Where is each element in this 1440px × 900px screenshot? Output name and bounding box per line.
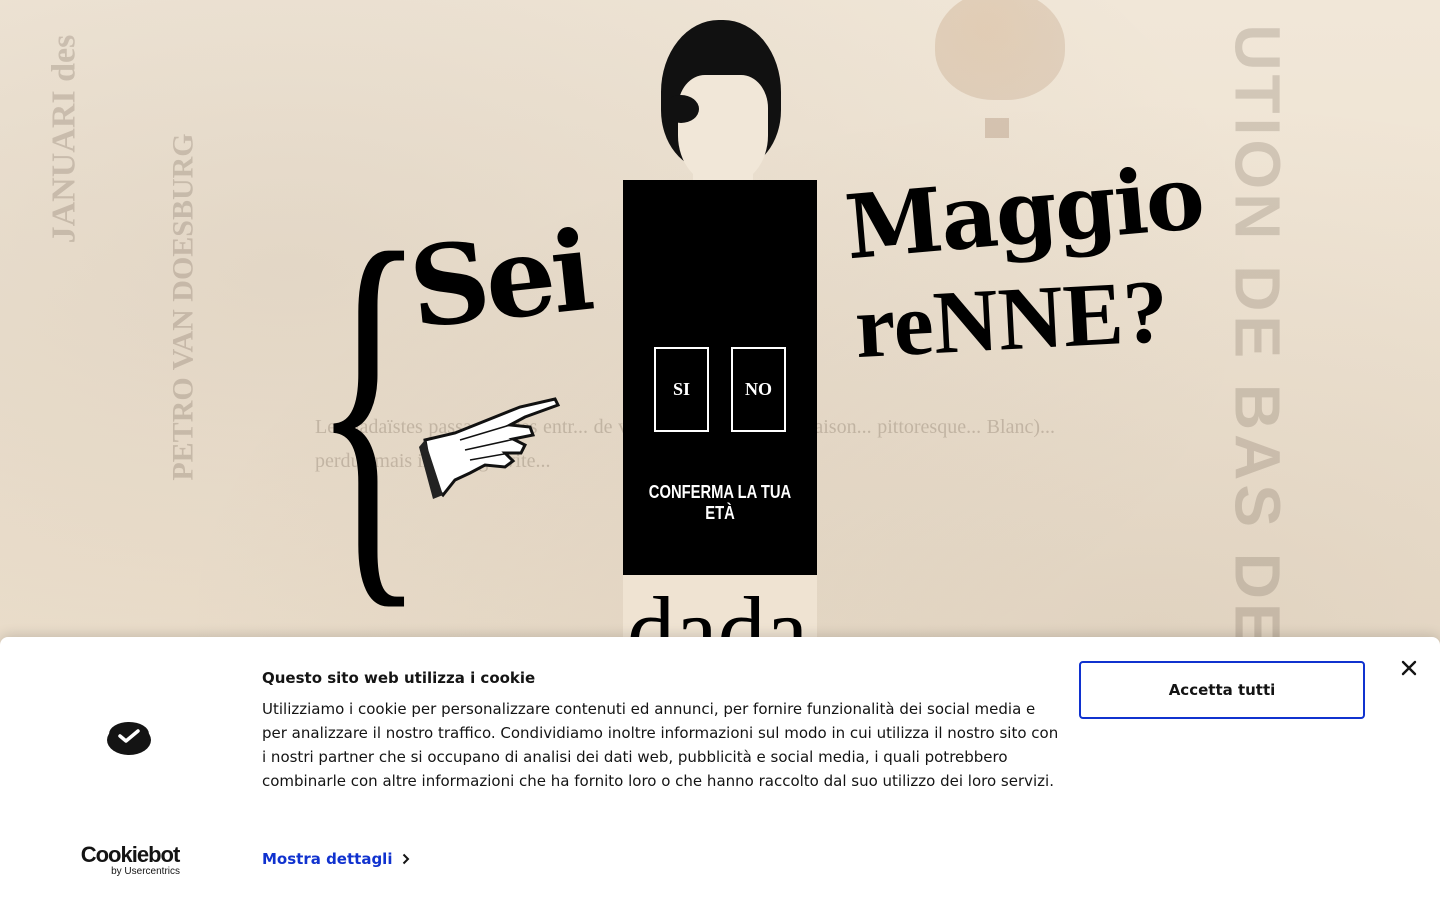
cookie-consent-banner: Cookiebot by Usercentrics Questo sito we…	[0, 637, 1440, 900]
dada-logo-text: dada	[627, 577, 809, 646]
confirm-age-text: CONFERMA LA TUA ETÀ	[648, 482, 792, 523]
cookie-title: Questo sito web utilizza i cookie	[262, 669, 536, 687]
age-no-button[interactable]: NO	[731, 347, 786, 432]
cookiebot-brand: Cookiebot by Usercentrics	[78, 842, 182, 878]
portrait-body	[623, 180, 817, 620]
cookiebot-logo-icon	[107, 722, 151, 755]
background-collage-text: PETRO VAN DOESBURG	[166, 133, 200, 481]
close-icon	[1401, 660, 1417, 676]
dada-figure: SI NO CONFERMA LA TUA ETÀ dada	[623, 20, 817, 645]
show-details-label: Mostra dettagli	[262, 850, 393, 868]
accept-all-button[interactable]: Accetta tutti	[1079, 661, 1365, 719]
headline-renne: reNNE?	[852, 261, 1171, 378]
hot-air-balloon-illustration	[935, 0, 1065, 100]
background-collage-text: UTION DE BAS DE	[1221, 24, 1294, 650]
dada-logo: dada	[623, 575, 817, 645]
age-yes-button[interactable]: SI	[654, 347, 709, 432]
chevron-right-icon	[403, 853, 410, 865]
balloon-basket-illustration	[985, 118, 1009, 138]
portrait-face	[678, 75, 768, 185]
headline-sei: Sei	[403, 205, 596, 354]
cookie-description: Utilizziamo i cookie per personalizzare …	[262, 700, 1059, 790]
monocle-shape	[663, 95, 699, 123]
pointing-hand-icon	[419, 397, 560, 499]
background-collage-text: JANUARI des	[45, 34, 83, 244]
cookiebot-by: by Usercentrics	[111, 866, 180, 877]
cookiebot-name: Cookiebot	[80, 842, 181, 867]
show-details-link[interactable]: Mostra dettagli	[262, 850, 410, 868]
close-banner-button[interactable]	[1398, 657, 1420, 679]
